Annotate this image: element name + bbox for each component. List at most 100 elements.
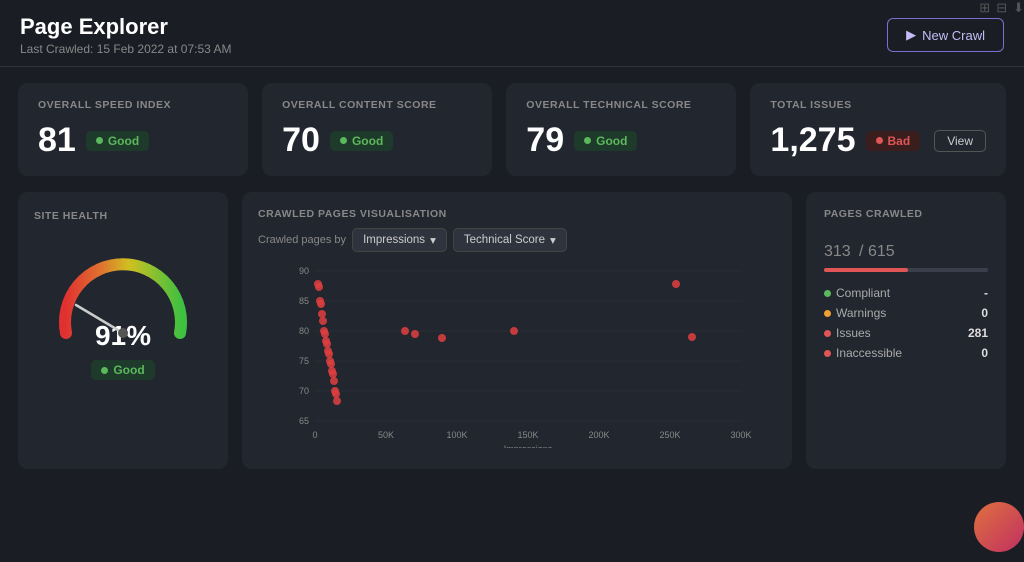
crawl-vis-title: CRAWLED PAGES VISUALISATION <box>258 208 447 220</box>
last-crawled-subtitle: Last Crawled: 15 Feb 2022 at 07:53 AM <box>20 42 231 56</box>
impressions-dropdown[interactable]: Impressions ▾ <box>352 228 447 252</box>
inaccessible-dot <box>824 350 831 357</box>
main-content: OVERALL SPEED INDEX 81 Good OVERALL CONT… <box>0 67 1024 485</box>
speed-index-label: OVERALL SPEED INDEX <box>38 99 228 111</box>
new-crawl-label: New Crawl <box>922 28 985 43</box>
svg-text:50K: 50K <box>378 430 394 440</box>
svg-text:70: 70 <box>299 386 309 396</box>
speed-index-number: 81 <box>38 121 76 160</box>
issues-value: 281 <box>968 326 988 340</box>
technical-score-badge-label: Good <box>596 134 627 148</box>
content-score-card: OVERALL CONTENT SCORE 70 Good <box>262 83 492 176</box>
gauge-svg <box>48 240 198 350</box>
total-issues-label: TOTAL ISSUES <box>770 99 986 111</box>
site-health-badge: Good <box>91 360 154 380</box>
bottom-row: SITE HEALTH <box>18 192 1006 469</box>
stat-row-inaccessible: Inaccessible 0 <box>824 346 988 360</box>
technical-score-card: OVERALL TECHNICAL SCORE 79 Good <box>506 83 736 176</box>
warnings-dot <box>824 310 831 317</box>
content-score-value-row: 70 Good <box>282 121 472 160</box>
pages-crawled-total: / 615 <box>859 243 895 260</box>
total-issues-dot <box>876 137 883 144</box>
crawl-vis-panel: CRAWLED PAGES VISUALISATION ⊞ ⊟ ⬇ Crawle… <box>242 192 792 469</box>
pages-crawled-label: PAGES CRAWLED <box>824 208 988 220</box>
impressions-chevron-icon: ▾ <box>430 233 436 247</box>
technical-score-value-row: 79 Good <box>526 121 716 160</box>
compliant-value: - <box>984 286 988 300</box>
stat-row-warnings-left: Warnings <box>824 306 886 320</box>
content-score-label: OVERALL CONTENT SCORE <box>282 99 472 111</box>
issues-label: Issues <box>836 326 871 340</box>
crawled-pages-by-label: Crawled pages by <box>258 234 346 246</box>
scatter-chart: 90 85 80 75 70 65 0 50K <box>258 258 776 448</box>
technical-score-label: OVERALL TECHNICAL SCORE <box>526 99 716 111</box>
warnings-value: 0 <box>981 306 988 320</box>
content-score-badge: Good <box>330 131 393 151</box>
svg-text:300K: 300K <box>730 430 751 440</box>
site-health-panel: SITE HEALTH <box>18 192 228 469</box>
compliant-dot <box>824 290 831 297</box>
total-issues-badge-label: Bad <box>888 134 911 148</box>
svg-text:65: 65 <box>299 416 309 426</box>
score-cards-row: OVERALL SPEED INDEX 81 Good OVERALL CONT… <box>18 83 1006 176</box>
technical-score-dot <box>584 137 591 144</box>
stat-row-issues: Issues 281 <box>824 326 988 340</box>
svg-text:80: 80 <box>299 326 309 336</box>
total-issues-badge: Bad <box>866 131 921 151</box>
svg-text:75: 75 <box>299 356 309 366</box>
stat-row-warnings: Warnings 0 <box>824 306 988 320</box>
stat-row-issues-left: Issues <box>824 326 871 340</box>
technical-score-badge: Good <box>574 131 637 151</box>
view-button[interactable]: View <box>934 130 986 152</box>
crawl-vis-header: CRAWLED PAGES VISUALISATION ⊞ ⊟ ⬇ <box>258 208 776 220</box>
stat-row-inaccessible-left: Inaccessible <box>824 346 902 360</box>
speed-index-badge: Good <box>86 131 149 151</box>
total-issues-card: TOTAL ISSUES 1,275 Bad View <box>750 83 1006 176</box>
avatar[interactable] <box>974 502 1024 552</box>
technical-score-chevron-icon: ▾ <box>550 233 556 247</box>
svg-text:90: 90 <box>299 266 309 276</box>
speed-index-dot <box>96 137 103 144</box>
site-health-label: SITE HEALTH <box>34 210 108 222</box>
site-health-badge-label: Good <box>113 363 144 377</box>
expand-icon[interactable]: ⊞ <box>979 0 990 16</box>
progress-bar <box>824 268 988 272</box>
header: Page Explorer Last Crawled: 15 Feb 2022 … <box>0 0 1024 67</box>
chart-icons: ⊞ ⊟ ⬇ <box>979 0 1024 16</box>
technical-score-dropdown[interactable]: Technical Score ▾ <box>453 228 567 252</box>
pages-crawled-number: 313 <box>824 243 851 260</box>
total-issues-value-row: 1,275 Bad View <box>770 121 986 160</box>
issues-dot <box>824 330 831 337</box>
pages-crawled-count: 313 / 615 <box>824 230 988 264</box>
download-icon[interactable]: ⬇ <box>1013 0 1024 16</box>
svg-text:85: 85 <box>299 296 309 306</box>
site-health-dot <box>101 367 108 374</box>
impressions-dropdown-label: Impressions <box>363 234 425 246</box>
play-icon: ▶ <box>906 27 916 43</box>
svg-text:Impressions: Impressions <box>504 444 553 448</box>
svg-text:100K: 100K <box>446 430 467 440</box>
page-title: Page Explorer <box>20 14 231 40</box>
gauge-container <box>48 240 198 330</box>
content-score-dot <box>340 137 347 144</box>
pages-crawled-panel: PAGES CRAWLED 313 / 615 Compliant - Warn… <box>806 192 1006 469</box>
progress-bar-fill <box>824 268 908 272</box>
technical-score-number: 79 <box>526 121 564 160</box>
grid-icon[interactable]: ⊟ <box>996 0 1007 16</box>
chart-area: 90 85 80 75 70 65 0 50K <box>258 258 776 453</box>
speed-index-card: OVERALL SPEED INDEX 81 Good <box>18 83 248 176</box>
crawl-vis-controls: Crawled pages by Impressions ▾ Technical… <box>258 228 776 252</box>
svg-text:250K: 250K <box>659 430 680 440</box>
stat-row-compliant-left: Compliant <box>824 286 890 300</box>
speed-index-value-row: 81 Good <box>38 121 228 160</box>
inaccessible-value: 0 <box>981 346 988 360</box>
content-score-badge-label: Good <box>352 134 383 148</box>
technical-score-dropdown-label: Technical Score <box>464 234 545 246</box>
total-issues-number: 1,275 <box>770 121 855 160</box>
svg-text:0: 0 <box>312 430 317 440</box>
speed-index-badge-label: Good <box>108 134 139 148</box>
stat-row-compliant: Compliant - <box>824 286 988 300</box>
compliant-label: Compliant <box>836 286 890 300</box>
svg-text:200K: 200K <box>588 430 609 440</box>
new-crawl-button[interactable]: ▶ New Crawl <box>887 18 1004 52</box>
